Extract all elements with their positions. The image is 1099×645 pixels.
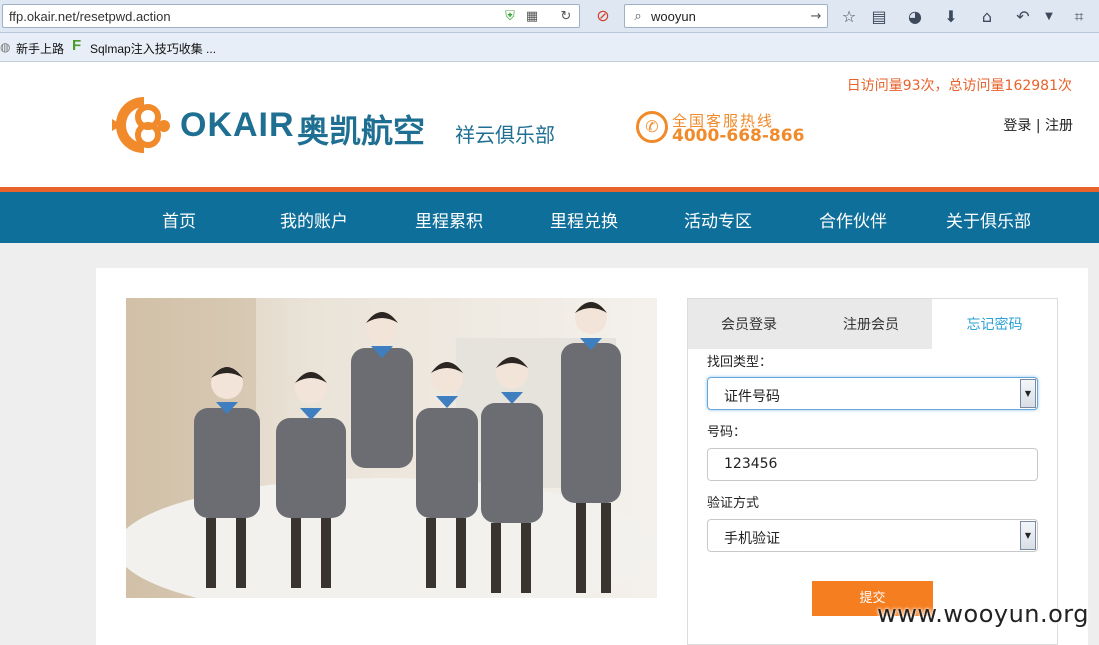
visit-stats: 日访问量93次，总访问量162981次 bbox=[846, 78, 1072, 94]
bookmarks-bar: ◍ 新手上路 F Sqlmap注入技巧收集 ... bbox=[0, 33, 1099, 62]
verify-method-label: 验证方式 bbox=[707, 496, 760, 511]
palette-icon[interactable]: ◕ bbox=[904, 6, 926, 28]
qr-code-icon[interactable]: ▦ bbox=[523, 8, 541, 26]
auth-links: 登录 | 注册 bbox=[1003, 115, 1073, 135]
recover-type-select[interactable]: 证件号码 ▼ bbox=[707, 377, 1038, 410]
auth-separator: | bbox=[1035, 118, 1041, 134]
globe-icon: ◍ bbox=[0, 40, 11, 54]
address-bar-url: ffp.okair.net/resetpwd.action bbox=[9, 9, 171, 24]
reading-list-icon[interactable]: ▤ bbox=[868, 6, 890, 28]
logo-text: OKAIR bbox=[180, 106, 295, 144]
home-icon[interactable]: ⌂ bbox=[976, 6, 998, 28]
adblock-icon[interactable]: ⊘ bbox=[592, 5, 614, 27]
content-panel: 会员登录 注册会员 忘记密码 找回类型： 证件号码 ▼ 号码： 123456 验… bbox=[96, 268, 1088, 645]
nav-item-home[interactable]: 首页 bbox=[162, 207, 196, 232]
chevron-down-icon[interactable]: ▼ bbox=[1020, 521, 1036, 550]
bookmark-favicon-icon: F bbox=[72, 37, 82, 54]
bookmark-item[interactable]: 新手上路 bbox=[16, 40, 64, 57]
address-bar[interactable]: ffp.okair.net/resetpwd.action ⛨ ▦ ↻ bbox=[2, 4, 580, 28]
logo-cn: 奥凯航空 bbox=[297, 112, 426, 150]
login-link[interactable]: 登录 bbox=[1003, 118, 1031, 134]
search-icon: ⌕ bbox=[634, 9, 642, 24]
register-link[interactable]: 注册 bbox=[1045, 118, 1073, 134]
number-label: 号码： bbox=[707, 425, 747, 440]
nav-item-promotions[interactable]: 活动专区 bbox=[684, 207, 752, 232]
number-value: 123456 bbox=[724, 456, 778, 472]
nav-item-mileage-redeem[interactable]: 里程兑换 bbox=[550, 207, 618, 232]
search-box[interactable]: ⌕ wooyun → bbox=[624, 4, 828, 28]
recover-type-label: 找回类型： bbox=[707, 355, 773, 370]
chevron-down-icon[interactable]: ▼ bbox=[1020, 379, 1036, 408]
nav-item-partners[interactable]: 合作伙伴 bbox=[819, 207, 887, 232]
tab-member-login[interactable]: 会员登录 bbox=[688, 299, 810, 349]
reset-password-form: 会员登录 注册会员 忘记密码 找回类型： 证件号码 ▼ 号码： 123456 验… bbox=[687, 298, 1058, 645]
club-name: 祥云俱乐部 bbox=[455, 123, 555, 147]
number-input[interactable]: 123456 bbox=[707, 448, 1038, 481]
chevron-down-icon[interactable]: ▼ bbox=[1038, 6, 1060, 28]
phone-icon: ✆ bbox=[636, 111, 668, 143]
hero-image bbox=[126, 298, 657, 598]
back-history-icon[interactable]: ↶ bbox=[1012, 6, 1034, 28]
search-input[interactable]: wooyun bbox=[651, 9, 696, 24]
nav-item-about[interactable]: 关于俱乐部 bbox=[946, 207, 1031, 232]
crop-icon[interactable]: ⌗ bbox=[1068, 6, 1090, 28]
site-header: 日访问量93次，总访问量162981次 OKAIR 奥凯航空 祥云俱乐部 ✆ 全… bbox=[0, 62, 1099, 187]
recover-type-value: 证件号码 bbox=[724, 389, 780, 405]
verify-method-select[interactable]: 手机验证 ▼ bbox=[707, 519, 1038, 552]
watermark: www.wooyun.org bbox=[877, 600, 1089, 628]
search-go-icon[interactable]: → bbox=[807, 8, 825, 26]
browser-toolbar: ffp.okair.net/resetpwd.action ⛨ ▦ ↻ ⊘ ⌕ … bbox=[0, 0, 1099, 33]
verify-method-value: 手机验证 bbox=[724, 531, 780, 547]
hotline-number: 4000-668-866 bbox=[672, 126, 805, 146]
tab-register[interactable]: 注册会员 bbox=[810, 299, 932, 349]
shield-icon[interactable]: ⛨ bbox=[501, 8, 519, 26]
bookmark-item[interactable]: Sqlmap注入技巧收集 ... bbox=[90, 40, 216, 57]
page: ffp.okair.net/resetpwd.action ⛨ ▦ ↻ ⊘ ⌕ … bbox=[0, 0, 1099, 645]
tab-forgot-password[interactable]: 忘记密码 bbox=[932, 299, 1057, 349]
nav-item-account[interactable]: 我的账户 bbox=[280, 207, 348, 232]
nav-item-mileage-accrual[interactable]: 里程累积 bbox=[415, 207, 483, 232]
download-icon[interactable]: ⬇ bbox=[940, 6, 962, 28]
reload-icon[interactable]: ↻ bbox=[557, 8, 575, 26]
form-tabs: 会员登录 注册会员 忘记密码 bbox=[688, 299, 1057, 349]
logo-cloud-icon bbox=[112, 97, 170, 153]
bookmark-star-icon[interactable]: ☆ bbox=[838, 6, 860, 28]
main-nav: 首页 我的账户 里程累积 里程兑换 活动专区 合作伙伴 关于俱乐部 bbox=[0, 192, 1099, 243]
